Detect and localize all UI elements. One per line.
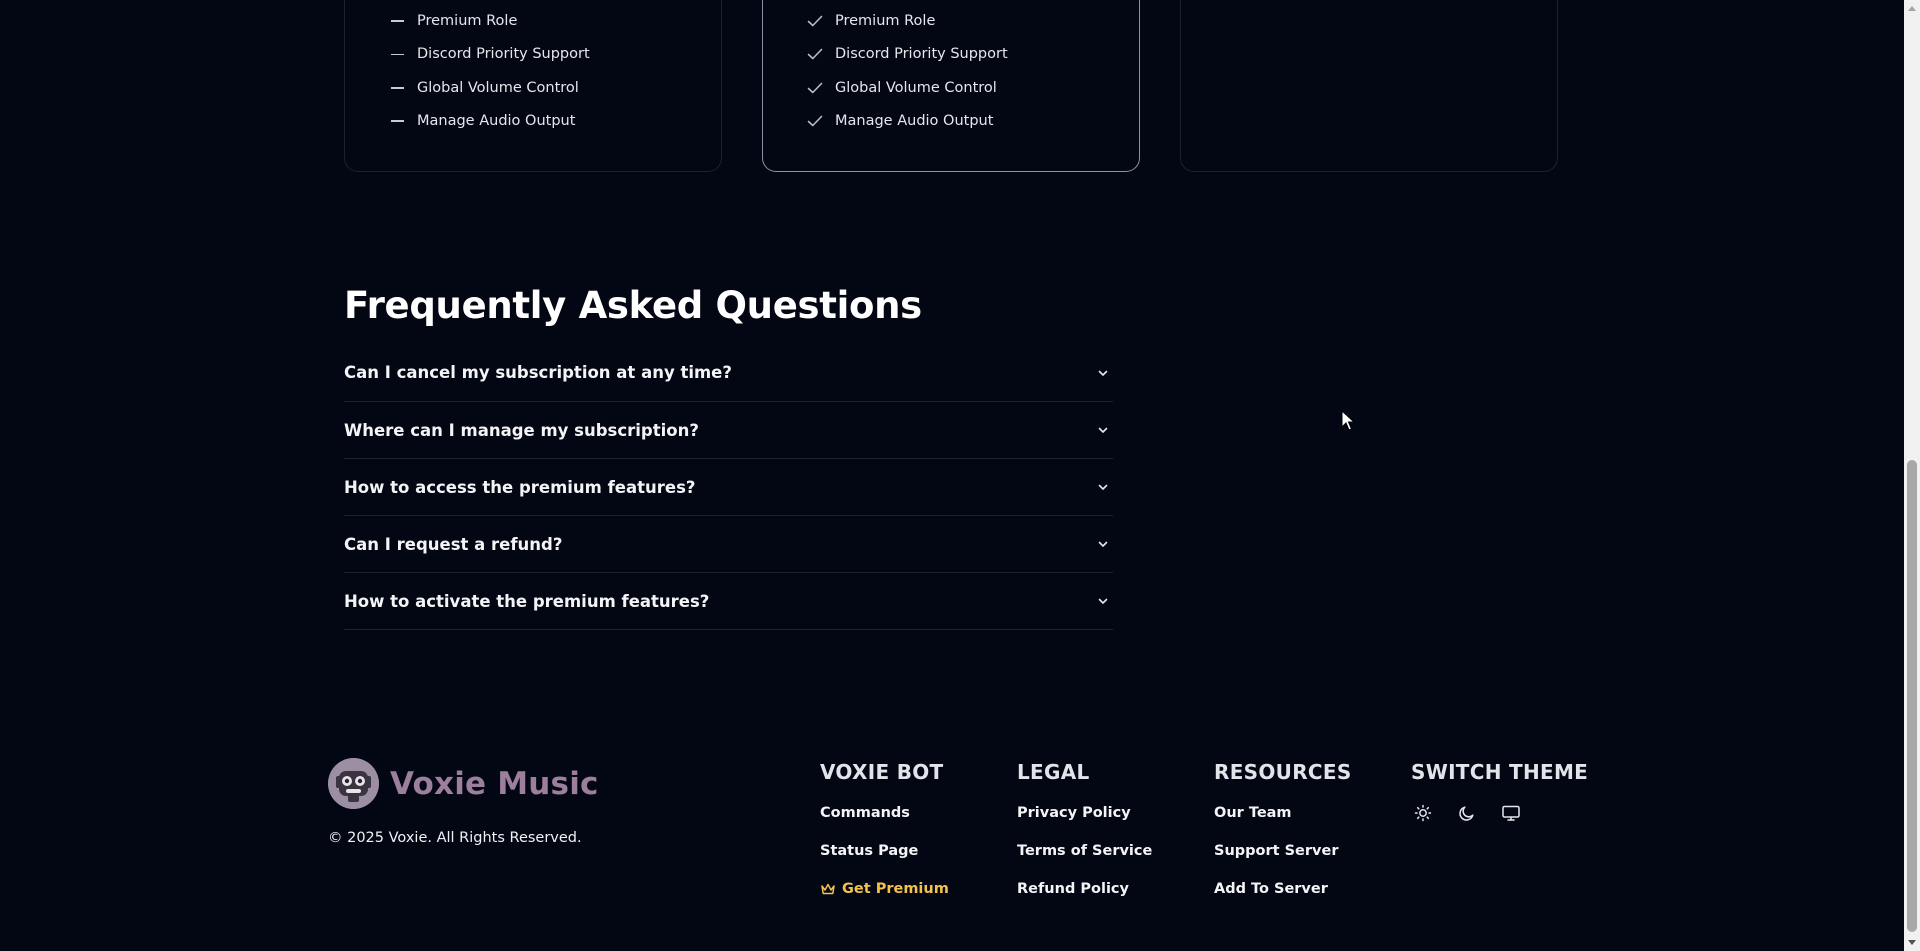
- faq-item[interactable]: Can I request a refund?: [344, 516, 1113, 573]
- link-label: Support Server: [1214, 843, 1339, 859]
- feature-list: Premium Role Discord Priority Support Gl…: [387, 10, 590, 144]
- feature-label: Manage Audio Output: [417, 113, 576, 130]
- mouse-cursor-icon: [1341, 410, 1355, 431]
- check-icon: [805, 48, 825, 60]
- faq-question: Where can I manage my subscription?: [344, 420, 699, 440]
- check-icon: [805, 82, 825, 94]
- faq-question: Can I cancel my subscription at any time…: [344, 363, 732, 382]
- feature-label: Discord Priority Support: [417, 46, 590, 63]
- footer-brand[interactable]: Voxie Music: [328, 758, 599, 809]
- faq-item[interactable]: Where can I manage my subscription?: [344, 402, 1113, 459]
- feature-label: Premium Role: [835, 13, 936, 29]
- dash-icon: [387, 120, 407, 122]
- chevron-down-icon: [1096, 366, 1110, 380]
- theme-switcher: [1411, 802, 1588, 824]
- check-icon: [805, 115, 825, 127]
- footer-link-add-to-server[interactable]: Add To Server: [1214, 878, 1352, 900]
- footer-heading: SWITCH THEME: [1411, 760, 1589, 784]
- feature-item: Global Volume Control: [387, 77, 590, 99]
- faq-title: Frequently Asked Questions: [344, 284, 922, 327]
- faq-list: Can I cancel my subscription at any time…: [344, 346, 1113, 630]
- feature-item: Manage Audio Output: [805, 110, 1008, 132]
- faq-item[interactable]: How to access the premium features?: [344, 459, 1113, 516]
- footer-link-refund-policy[interactable]: Refund Policy: [1017, 878, 1152, 900]
- chevron-down-icon: [1096, 537, 1110, 551]
- feature-label: Global Volume Control: [417, 79, 579, 96]
- copyright-text: © 2025 Voxie. All Rights Reserved.: [328, 830, 582, 846]
- moon-icon[interactable]: [1455, 802, 1479, 824]
- footer-link-commands[interactable]: Commands: [820, 802, 949, 824]
- scroll-down-arrow-icon[interactable]: [1904, 935, 1920, 951]
- footer-link-support-server[interactable]: Support Server: [1214, 840, 1352, 862]
- page: Premium Role Discord Priority Support Gl…: [0, 0, 1920, 951]
- footer-column-voxie-bot: VOXIE BOT Commands Status Page Get Premi…: [820, 760, 949, 916]
- feature-label: Global Volume Control: [835, 79, 997, 96]
- link-label: Privacy Policy: [1017, 805, 1131, 821]
- feature-item: Premium Role: [805, 10, 1008, 32]
- footer-heading: LEGAL: [1017, 760, 1090, 784]
- brand-name: Voxie Music: [390, 765, 599, 802]
- faq-item[interactable]: Can I cancel my subscription at any time…: [344, 346, 1113, 402]
- link-label: Terms of Service: [1017, 843, 1153, 859]
- feature-label: Discord Priority Support: [835, 46, 1008, 63]
- feature-list: Premium Role Discord Priority Support Gl…: [805, 10, 1008, 144]
- faq-item[interactable]: How to activate the premium features?: [344, 573, 1113, 630]
- pricing-card-third: [1180, 0, 1558, 172]
- feature-item: Discord Priority Support: [387, 43, 590, 65]
- footer-column-resources: RESOURCES Our Team Support Server Add To…: [1214, 760, 1352, 916]
- footer-link-status-page[interactable]: Status Page: [820, 840, 949, 862]
- faq-question: How to access the premium features?: [344, 477, 696, 497]
- footer-column-switch-theme: SWITCH THEME: [1411, 760, 1588, 824]
- footer-heading: RESOURCES: [1214, 760, 1352, 784]
- link-label: Get Premium: [842, 881, 949, 897]
- faq-question: Can I request a refund?: [344, 534, 563, 554]
- feature-item: Discord Priority Support: [805, 43, 1008, 65]
- vertical-scrollbar[interactable]: [1904, 0, 1920, 951]
- faq-question: How to activate the premium features?: [344, 591, 710, 611]
- feature-item: Premium Role: [387, 10, 590, 32]
- feature-label: Manage Audio Output: [835, 113, 994, 130]
- link-label: Commands: [820, 805, 910, 821]
- footer-link-our-team[interactable]: Our Team: [1214, 802, 1352, 824]
- footer-heading: VOXIE BOT: [820, 760, 944, 784]
- sun-icon[interactable]: [1411, 802, 1435, 824]
- crown-icon: [821, 883, 835, 895]
- link-label: Add To Server: [1214, 881, 1328, 897]
- footer-link-terms-of-service[interactable]: Terms of Service: [1017, 840, 1152, 862]
- dash-icon: [387, 53, 407, 56]
- check-icon: [805, 15, 825, 27]
- dash-icon: [387, 86, 407, 89]
- scroll-up-arrow-icon[interactable]: [1904, 0, 1920, 16]
- link-label: Refund Policy: [1017, 881, 1129, 897]
- pricing-card-free: Premium Role Discord Priority Support Gl…: [344, 0, 722, 172]
- feature-item: Global Volume Control: [805, 77, 1008, 99]
- monitor-icon[interactable]: [1499, 802, 1523, 824]
- chevron-down-icon: [1096, 423, 1110, 437]
- dash-icon: [387, 20, 407, 22]
- feature-item: Manage Audio Output: [387, 110, 590, 132]
- voxie-logo-icon: [328, 758, 379, 809]
- link-label: Status Page: [820, 843, 919, 859]
- footer-column-legal: LEGAL Privacy Policy Terms of Service Re…: [1017, 760, 1152, 916]
- footer-link-get-premium[interactable]: Get Premium: [820, 878, 949, 900]
- footer-link-privacy-policy[interactable]: Privacy Policy: [1017, 802, 1152, 824]
- scrollbar-thumb[interactable]: [1907, 460, 1917, 932]
- pricing-card-premium: Premium Role Discord Priority Support Gl…: [762, 0, 1140, 172]
- feature-label: Premium Role: [417, 13, 518, 29]
- chevron-down-icon: [1096, 480, 1110, 494]
- link-label: Our Team: [1214, 805, 1292, 821]
- chevron-down-icon: [1096, 594, 1110, 608]
